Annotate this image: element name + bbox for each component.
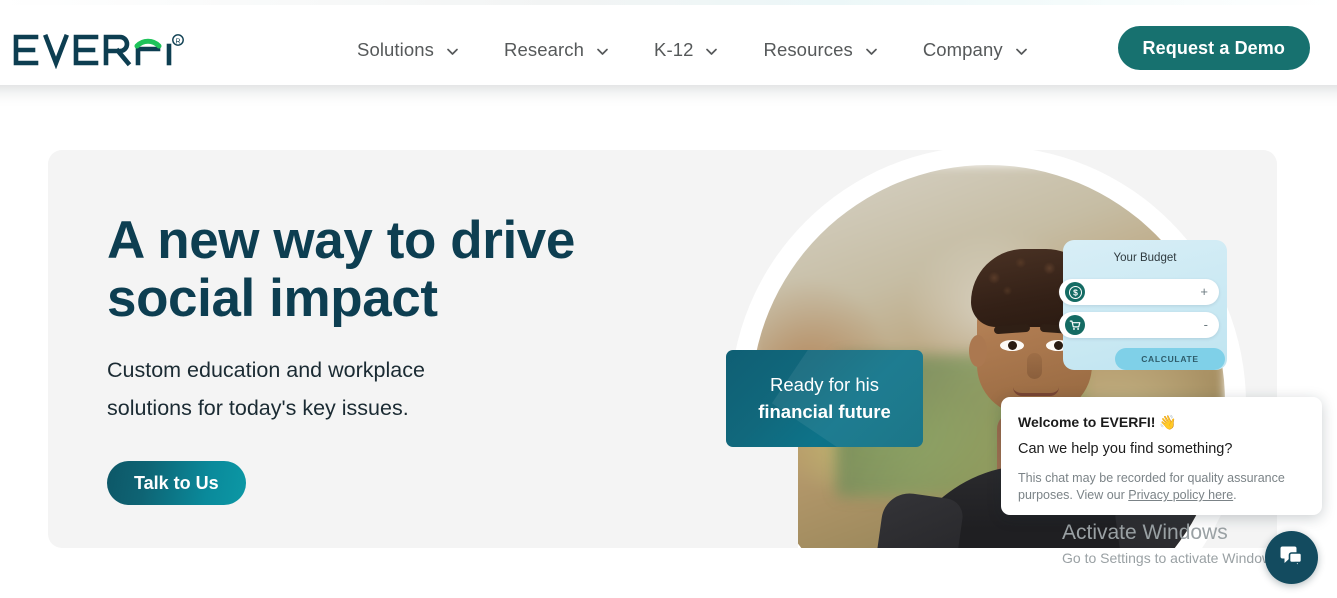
caption-line-1: Ready for his bbox=[770, 374, 879, 395]
budget-widget-title: Your Budget bbox=[1113, 252, 1177, 264]
everfi-logo-mark: R bbox=[13, 34, 184, 69]
nav-item-label: Company bbox=[922, 39, 1003, 60]
caption-line-2: financial future bbox=[758, 401, 891, 422]
nose bbox=[1027, 353, 1042, 379]
chat-disclaimer-period: . bbox=[1233, 488, 1237, 502]
caption-text: Ready for his financial future bbox=[726, 350, 923, 425]
chevron-down-icon bbox=[704, 44, 719, 59]
hero-subtitle: Custom education and workplace solutions… bbox=[107, 351, 707, 427]
chevron-down-icon bbox=[1014, 44, 1029, 59]
chevron-down-icon bbox=[595, 44, 610, 59]
page-root: R Solutions Research K-12 Resources Comp… bbox=[0, 0, 1337, 598]
mouth bbox=[1013, 387, 1059, 396]
everfi-logo[interactable]: R bbox=[12, 27, 187, 69]
request-a-demo-button[interactable]: Request a Demo bbox=[1117, 26, 1310, 70]
svg-text:$: $ bbox=[1073, 287, 1078, 297]
logo-green-arc bbox=[134, 38, 162, 49]
nav-item-research[interactable]: Research bbox=[482, 39, 632, 61]
nav-item-label: Resources bbox=[763, 39, 853, 60]
nav-item-company[interactable]: Company bbox=[901, 39, 1051, 61]
shopping-cart-icon bbox=[1065, 315, 1085, 335]
hero-copy: A new way to drive social impact Custom … bbox=[107, 212, 707, 505]
chat-disclaimer: This chat may be recorded for quality as… bbox=[1018, 470, 1305, 504]
chat-greeting: Welcome to EVERFI! 👋 bbox=[1018, 414, 1177, 430]
svg-text:R: R bbox=[175, 38, 180, 45]
hero-title-line-2: social impact bbox=[107, 269, 438, 328]
chat-bubbles-icon bbox=[1279, 544, 1304, 571]
left-ear bbox=[969, 335, 987, 367]
budget-expense-row[interactable]: - bbox=[1059, 312, 1219, 338]
budget-widget: Your Budget $ + - CALCULATE bbox=[1059, 240, 1227, 370]
chevron-down-icon bbox=[445, 44, 460, 59]
privacy-policy-link[interactable]: Privacy policy here bbox=[1128, 488, 1233, 502]
hero-subtitle-line-1: Custom education and workplace bbox=[107, 358, 425, 382]
hero-subtitle-line-2: solutions for today's key issues. bbox=[107, 396, 409, 420]
hero-title-line-1: A new way to drive bbox=[107, 211, 575, 270]
chevron-down-icon bbox=[864, 44, 879, 59]
dollar-coin-icon: $ bbox=[1065, 282, 1085, 302]
chat-launcher-button[interactable] bbox=[1265, 531, 1318, 584]
nav-item-label: Research bbox=[504, 39, 584, 60]
calculate-button[interactable]: CALCULATE bbox=[1115, 348, 1225, 370]
main-navigation: Solutions Research K-12 Resources Compan… bbox=[335, 10, 1051, 90]
nav-item-k12[interactable]: K-12 bbox=[632, 39, 741, 61]
left-eye bbox=[1000, 340, 1024, 351]
budget-income-row[interactable]: $ + bbox=[1059, 279, 1219, 305]
nav-item-resources[interactable]: Resources bbox=[741, 39, 900, 61]
nav-item-label: Solutions bbox=[357, 39, 435, 60]
site-header: R Solutions Research K-12 Resources Comp… bbox=[0, 5, 1337, 85]
caption-tile: Ready for his financial future bbox=[726, 350, 923, 447]
nav-item-label: K-12 bbox=[654, 39, 694, 60]
budget-row-sign: - bbox=[1203, 317, 1208, 332]
watermark-subtitle: Go to Settings to activate Windows. bbox=[1062, 550, 1283, 566]
talk-to-us-button[interactable]: Talk to Us bbox=[107, 461, 246, 505]
nav-item-solutions[interactable]: Solutions bbox=[335, 39, 482, 61]
left-sleeve bbox=[873, 489, 965, 548]
chat-welcome-popup[interactable]: Welcome to EVERFI! 👋 Can we help you fin… bbox=[1001, 397, 1322, 515]
chat-question: Can we help you find something? bbox=[1018, 441, 1233, 457]
budget-row-sign: + bbox=[1200, 284, 1208, 299]
hero-title: A new way to drive social impact bbox=[107, 212, 707, 328]
